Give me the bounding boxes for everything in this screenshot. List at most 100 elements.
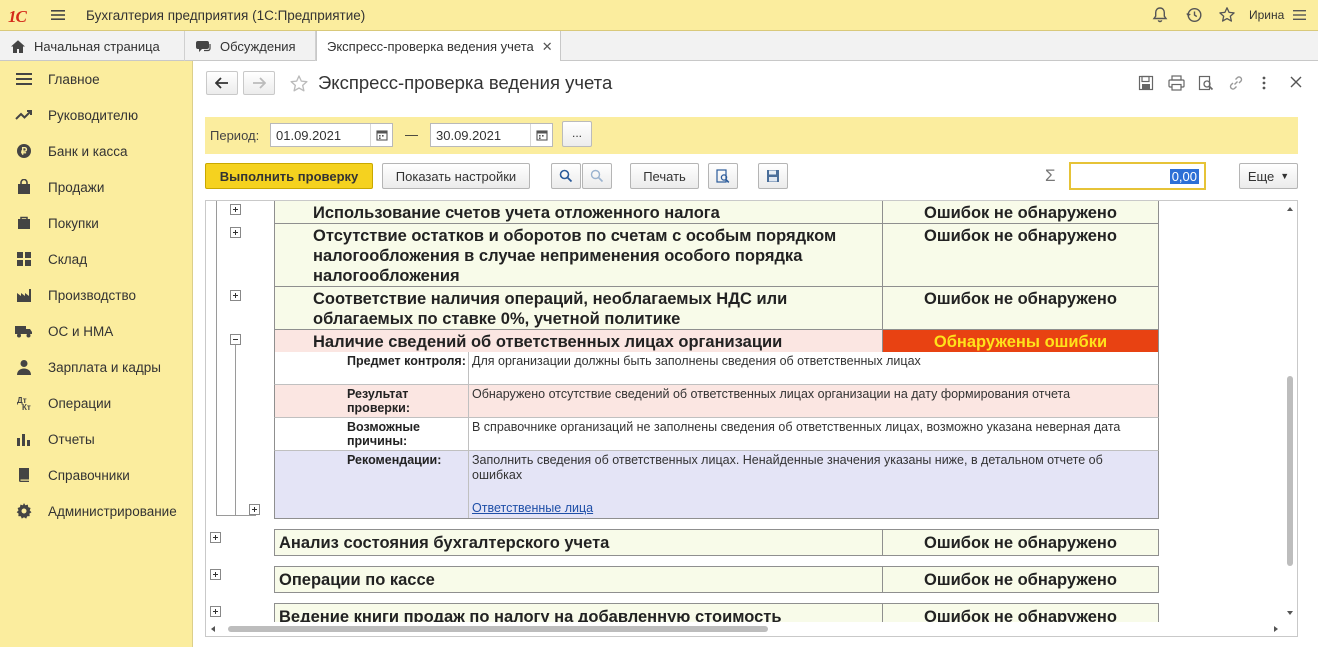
hamburger-menu-icon[interactable] <box>50 7 66 23</box>
save-button[interactable] <box>758 163 788 189</box>
responsible-persons-link[interactable]: Ответственные лица <box>472 501 593 515</box>
more-button[interactable]: Еще ▼ <box>1239 163 1298 189</box>
sidebar-item-salary[interactable]: Зарплата и кадры <box>0 349 193 385</box>
detail-row-result: Результат проверки: Обнаружено отсутстви… <box>274 385 1159 418</box>
group-row[interactable]: Анализ состояния бухгалтерского учета Ош… <box>274 529 1159 556</box>
preview-button[interactable] <box>708 163 738 189</box>
tab-express-check-label: Экспресс-проверка ведения учета <box>327 39 534 54</box>
sum-field[interactable]: 0,00 <box>1069 162 1206 190</box>
check-name: Наличие сведений об ответственных лицах … <box>275 330 883 352</box>
bell-icon[interactable] <box>1151 6 1169 24</box>
sidebar-item-main[interactable]: Главное <box>0 61 193 97</box>
vertical-scrollbar[interactable] <box>1283 201 1297 621</box>
grid-icon <box>14 249 34 269</box>
tab-express-check[interactable]: Экспресс-проверка ведения учета ✕ <box>316 31 561 62</box>
chat-icon <box>195 39 212 54</box>
window-menu-icon[interactable] <box>1292 6 1308 24</box>
sidebar-item-label: Операции <box>48 395 112 411</box>
horizontal-scrollbar[interactable] <box>206 622 1284 636</box>
save-icon[interactable] <box>1138 75 1154 91</box>
bag-icon <box>14 177 34 197</box>
check-row-error[interactable]: Наличие сведений об ответственных лицах … <box>274 329 1159 353</box>
group-row[interactable]: Операции по кассе Ошибок не обнаружено <box>274 566 1159 593</box>
page-title: Экспресс-проверка ведения учета <box>318 72 613 93</box>
check-row[interactable]: Соответствие наличия операций, необлагае… <box>274 286 1159 330</box>
period-label: Период: <box>210 128 260 143</box>
coin-icon: ₽ <box>14 141 34 161</box>
sidebar-item-operations[interactable]: Дт Кт Операции <box>0 385 193 421</box>
period-bar: Период: 01.09.2021 — 30.09.2021 ... <box>205 117 1298 154</box>
collapse-icon[interactable] <box>230 334 241 345</box>
check-name: Использование счетов учета отложенного н… <box>275 201 883 223</box>
preview-icon[interactable] <box>1198 75 1214 91</box>
back-button[interactable] <box>206 71 238 95</box>
check-row[interactable]: Использование счетов учета отложенного н… <box>274 201 1159 224</box>
group-name: Анализ состояния бухгалтерского учета <box>275 530 883 555</box>
group-status: Ошибок не обнаружено <box>924 571 1117 589</box>
sidebar-item-label: Покупки <box>48 215 99 231</box>
show-settings-button[interactable]: Показать настройки <box>382 163 530 189</box>
person-icon <box>14 357 34 377</box>
check-status: Ошибок не обнаружено <box>924 227 1117 245</box>
sidebar-item-production[interactable]: Производство <box>0 277 193 313</box>
sidebar-item-warehouse[interactable]: Склад <box>0 241 193 277</box>
sidebar-item-manager[interactable]: Руководителю <box>0 97 193 133</box>
date-from-field[interactable]: 01.09.2021 <box>270 123 393 147</box>
expand-icon[interactable] <box>210 569 221 580</box>
gear-icon <box>14 501 34 521</box>
group-name: Операции по кассе <box>275 567 883 592</box>
calendar-icon[interactable] <box>530 124 552 146</box>
expand-icon[interactable] <box>230 290 241 301</box>
user-name[interactable]: Ирина <box>1249 8 1284 22</box>
sidebar-item-label: Производство <box>48 287 137 303</box>
more-actions-icon[interactable] <box>1261 75 1267 91</box>
chevron-down-icon: ▼ <box>1280 171 1290 181</box>
floppy-icon <box>766 169 780 183</box>
detail-value: Заполнить сведения об ответственных лица… <box>470 451 1158 483</box>
sidebar-item-catalogs[interactable]: Справочники <box>0 457 193 493</box>
tab-home[interactable]: Начальная страница <box>0 31 185 61</box>
expand-icon[interactable] <box>230 204 241 215</box>
group-status: Ошибок не обнаружено <box>924 534 1117 552</box>
favorite-star-icon[interactable] <box>289 74 309 94</box>
menu-icon <box>14 69 34 89</box>
sidebar-item-label: Продажи <box>48 179 105 195</box>
factory-icon <box>14 285 34 305</box>
history-icon[interactable] <box>1185 6 1203 24</box>
expand-icon[interactable] <box>230 227 241 238</box>
forward-button[interactable] <box>243 71 275 95</box>
app-title: Бухгалтерия предприятия (1С:Предприятие) <box>86 8 366 23</box>
period-select-button[interactable]: ... <box>562 121 592 147</box>
bars-icon <box>14 429 34 449</box>
tab-discussions[interactable]: Обсуждения <box>185 31 316 61</box>
sidebar-item-label: Склад <box>48 251 88 267</box>
expand-icon[interactable] <box>249 504 260 515</box>
expand-icon[interactable] <box>210 606 221 617</box>
calendar-icon[interactable] <box>370 124 392 146</box>
expand-icon[interactable] <box>210 532 221 543</box>
detail-row-subject: Предмет контроля: Для организации должны… <box>274 352 1159 385</box>
sidebar-item-bank[interactable]: ₽ Банк и касса <box>0 133 193 169</box>
link-icon[interactable] <box>1228 75 1244 91</box>
search-button[interactable] <box>551 163 581 189</box>
sidebar-item-reports[interactable]: Отчеты <box>0 421 193 457</box>
sidebar-item-sales[interactable]: Продажи <box>0 169 193 205</box>
sidebar-item-assets[interactable]: ОС и НМА <box>0 313 193 349</box>
check-name: Соответствие наличия операций, необлагае… <box>275 287 883 329</box>
sidebar-item-purchases[interactable]: Покупки <box>0 205 193 241</box>
tab-discussions-label: Обсуждения <box>220 38 296 54</box>
check-row[interactable]: Отсутствие остатков и оборотов по счетам… <box>274 223 1159 287</box>
close-icon[interactable] <box>1289 75 1303 89</box>
svg-text:₽: ₽ <box>21 147 28 158</box>
favorites-star-icon[interactable] <box>1218 6 1236 24</box>
tree-line <box>235 345 236 515</box>
run-check-button[interactable]: Выполнить проверку <box>205 163 373 189</box>
close-tab-icon[interactable]: ✕ <box>542 39 553 55</box>
date-to-field[interactable]: 30.09.2021 <box>430 123 553 147</box>
search-reset-button[interactable] <box>582 163 612 189</box>
print-icon[interactable] <box>1168 75 1185 91</box>
sidebar-item-admin[interactable]: Администрирование <box>0 493 193 529</box>
detail-label: Результат проверки: <box>275 385 469 417</box>
print-button[interactable]: Печать <box>630 163 699 189</box>
tab-home-label: Начальная страница <box>34 38 160 54</box>
